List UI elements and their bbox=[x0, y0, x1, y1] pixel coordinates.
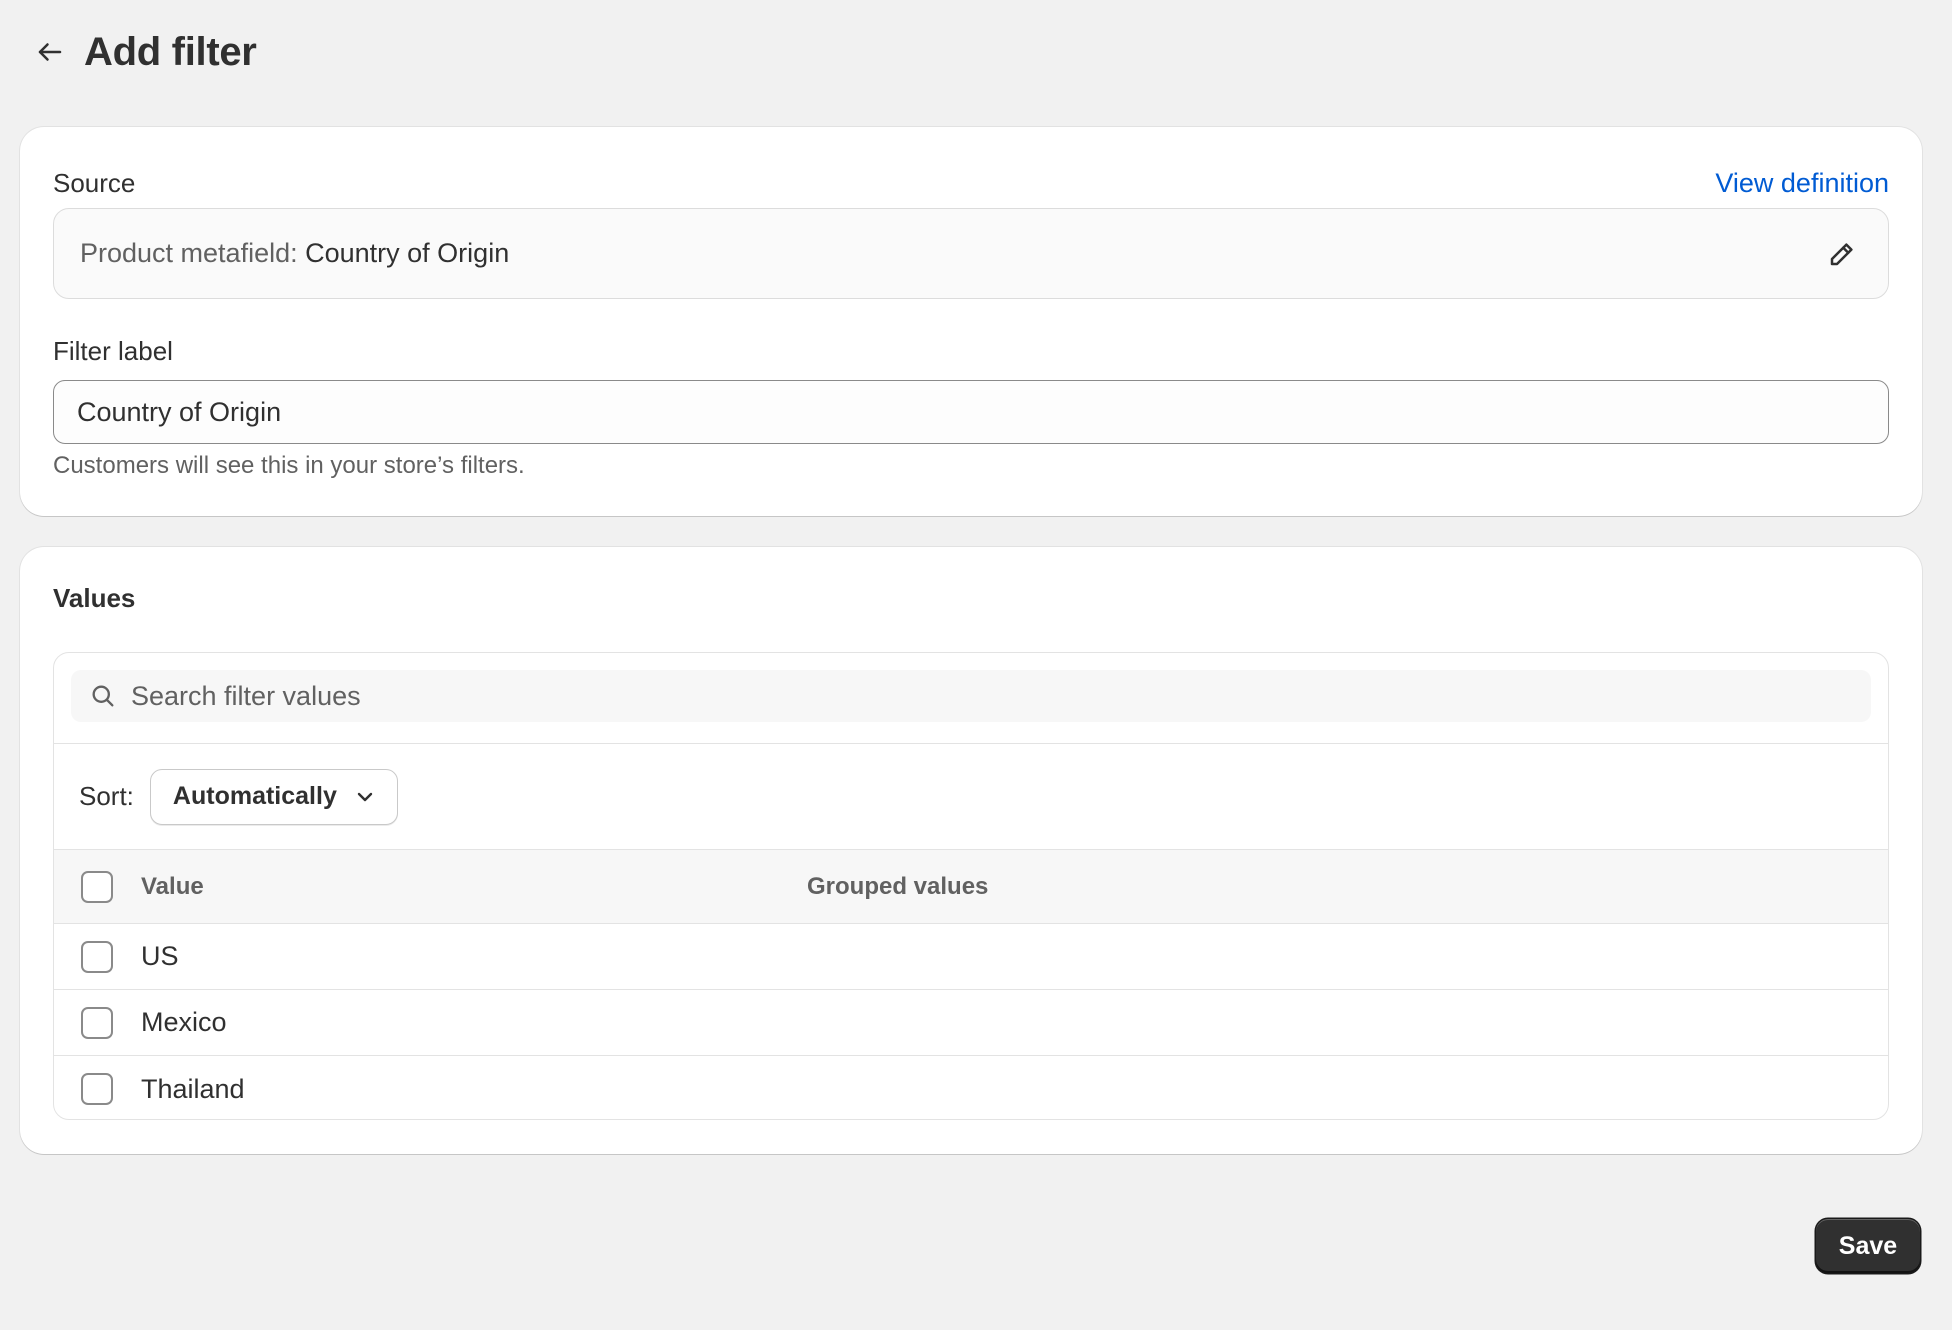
source-label-row: Source View definition bbox=[53, 163, 1889, 203]
column-header-grouped-values: Grouped values bbox=[807, 872, 989, 900]
search-icon bbox=[92, 685, 114, 707]
row-value: Thailand bbox=[141, 1073, 245, 1104]
back-button[interactable] bbox=[30, 30, 70, 74]
page-title: Add filter bbox=[84, 29, 257, 74]
sort-label: Sort: bbox=[79, 781, 134, 811]
table-row[interactable]: Mexico bbox=[54, 990, 1888, 1056]
row-value: Mexico bbox=[141, 1007, 227, 1037]
add-filter-page: Add filter Source View definition Produc… bbox=[0, 0, 1952, 1330]
source-text: Product metafield: Country of Origin bbox=[80, 238, 509, 269]
page-header: Add filter bbox=[30, 24, 257, 80]
source-prefix: Product metafield: bbox=[80, 238, 298, 268]
source-value: Country of Origin bbox=[305, 238, 510, 268]
sort-selected-value: Automatically bbox=[172, 782, 337, 810]
sort-area: Sort: Automatically bbox=[54, 744, 1888, 850]
search-area: Search filter values bbox=[54, 653, 1888, 744]
values-table-container: Search filter values Sort: Automatically… bbox=[53, 652, 1889, 1120]
source-label: Source bbox=[53, 167, 136, 198]
row-checkbox[interactable] bbox=[81, 1006, 113, 1039]
filter-label-help-text: Customers will see this in your store’s … bbox=[53, 452, 525, 479]
select-all-checkbox[interactable] bbox=[81, 870, 113, 903]
search-input[interactable]: Search filter values bbox=[71, 670, 1871, 722]
search-placeholder: Search filter values bbox=[131, 680, 361, 711]
values-card: Values Search filter values Sort: Automa… bbox=[20, 547, 1922, 1154]
pencil-icon bbox=[1830, 242, 1853, 265]
save-button[interactable]: Save bbox=[1816, 1219, 1920, 1273]
row-value: US bbox=[141, 941, 179, 971]
values-title: Values bbox=[53, 583, 136, 613]
table-row[interactable]: Thailand bbox=[54, 1056, 1888, 1119]
filter-label-row: Filter label bbox=[53, 331, 173, 371]
table-row[interactable]: US bbox=[54, 924, 1888, 990]
filter-label-label: Filter label bbox=[53, 335, 173, 366]
table-header: Value Grouped values bbox=[54, 850, 1888, 924]
row-checkbox[interactable] bbox=[81, 1073, 113, 1105]
view-definition-link[interactable]: View definition bbox=[1715, 168, 1889, 199]
column-header-value: Value bbox=[141, 872, 204, 900]
chevron-down-icon bbox=[357, 792, 373, 801]
edit-source-button[interactable] bbox=[1822, 234, 1862, 274]
source-field: Product metafield: Country of Origin bbox=[53, 208, 1889, 299]
sort-select[interactable]: Automatically bbox=[149, 768, 398, 825]
arrow-left-icon bbox=[38, 43, 62, 61]
filter-label-input[interactable]: Country of Origin bbox=[53, 380, 1889, 444]
row-checkbox[interactable] bbox=[81, 940, 113, 973]
source-card: Source View definition Product metafield… bbox=[20, 127, 1922, 516]
